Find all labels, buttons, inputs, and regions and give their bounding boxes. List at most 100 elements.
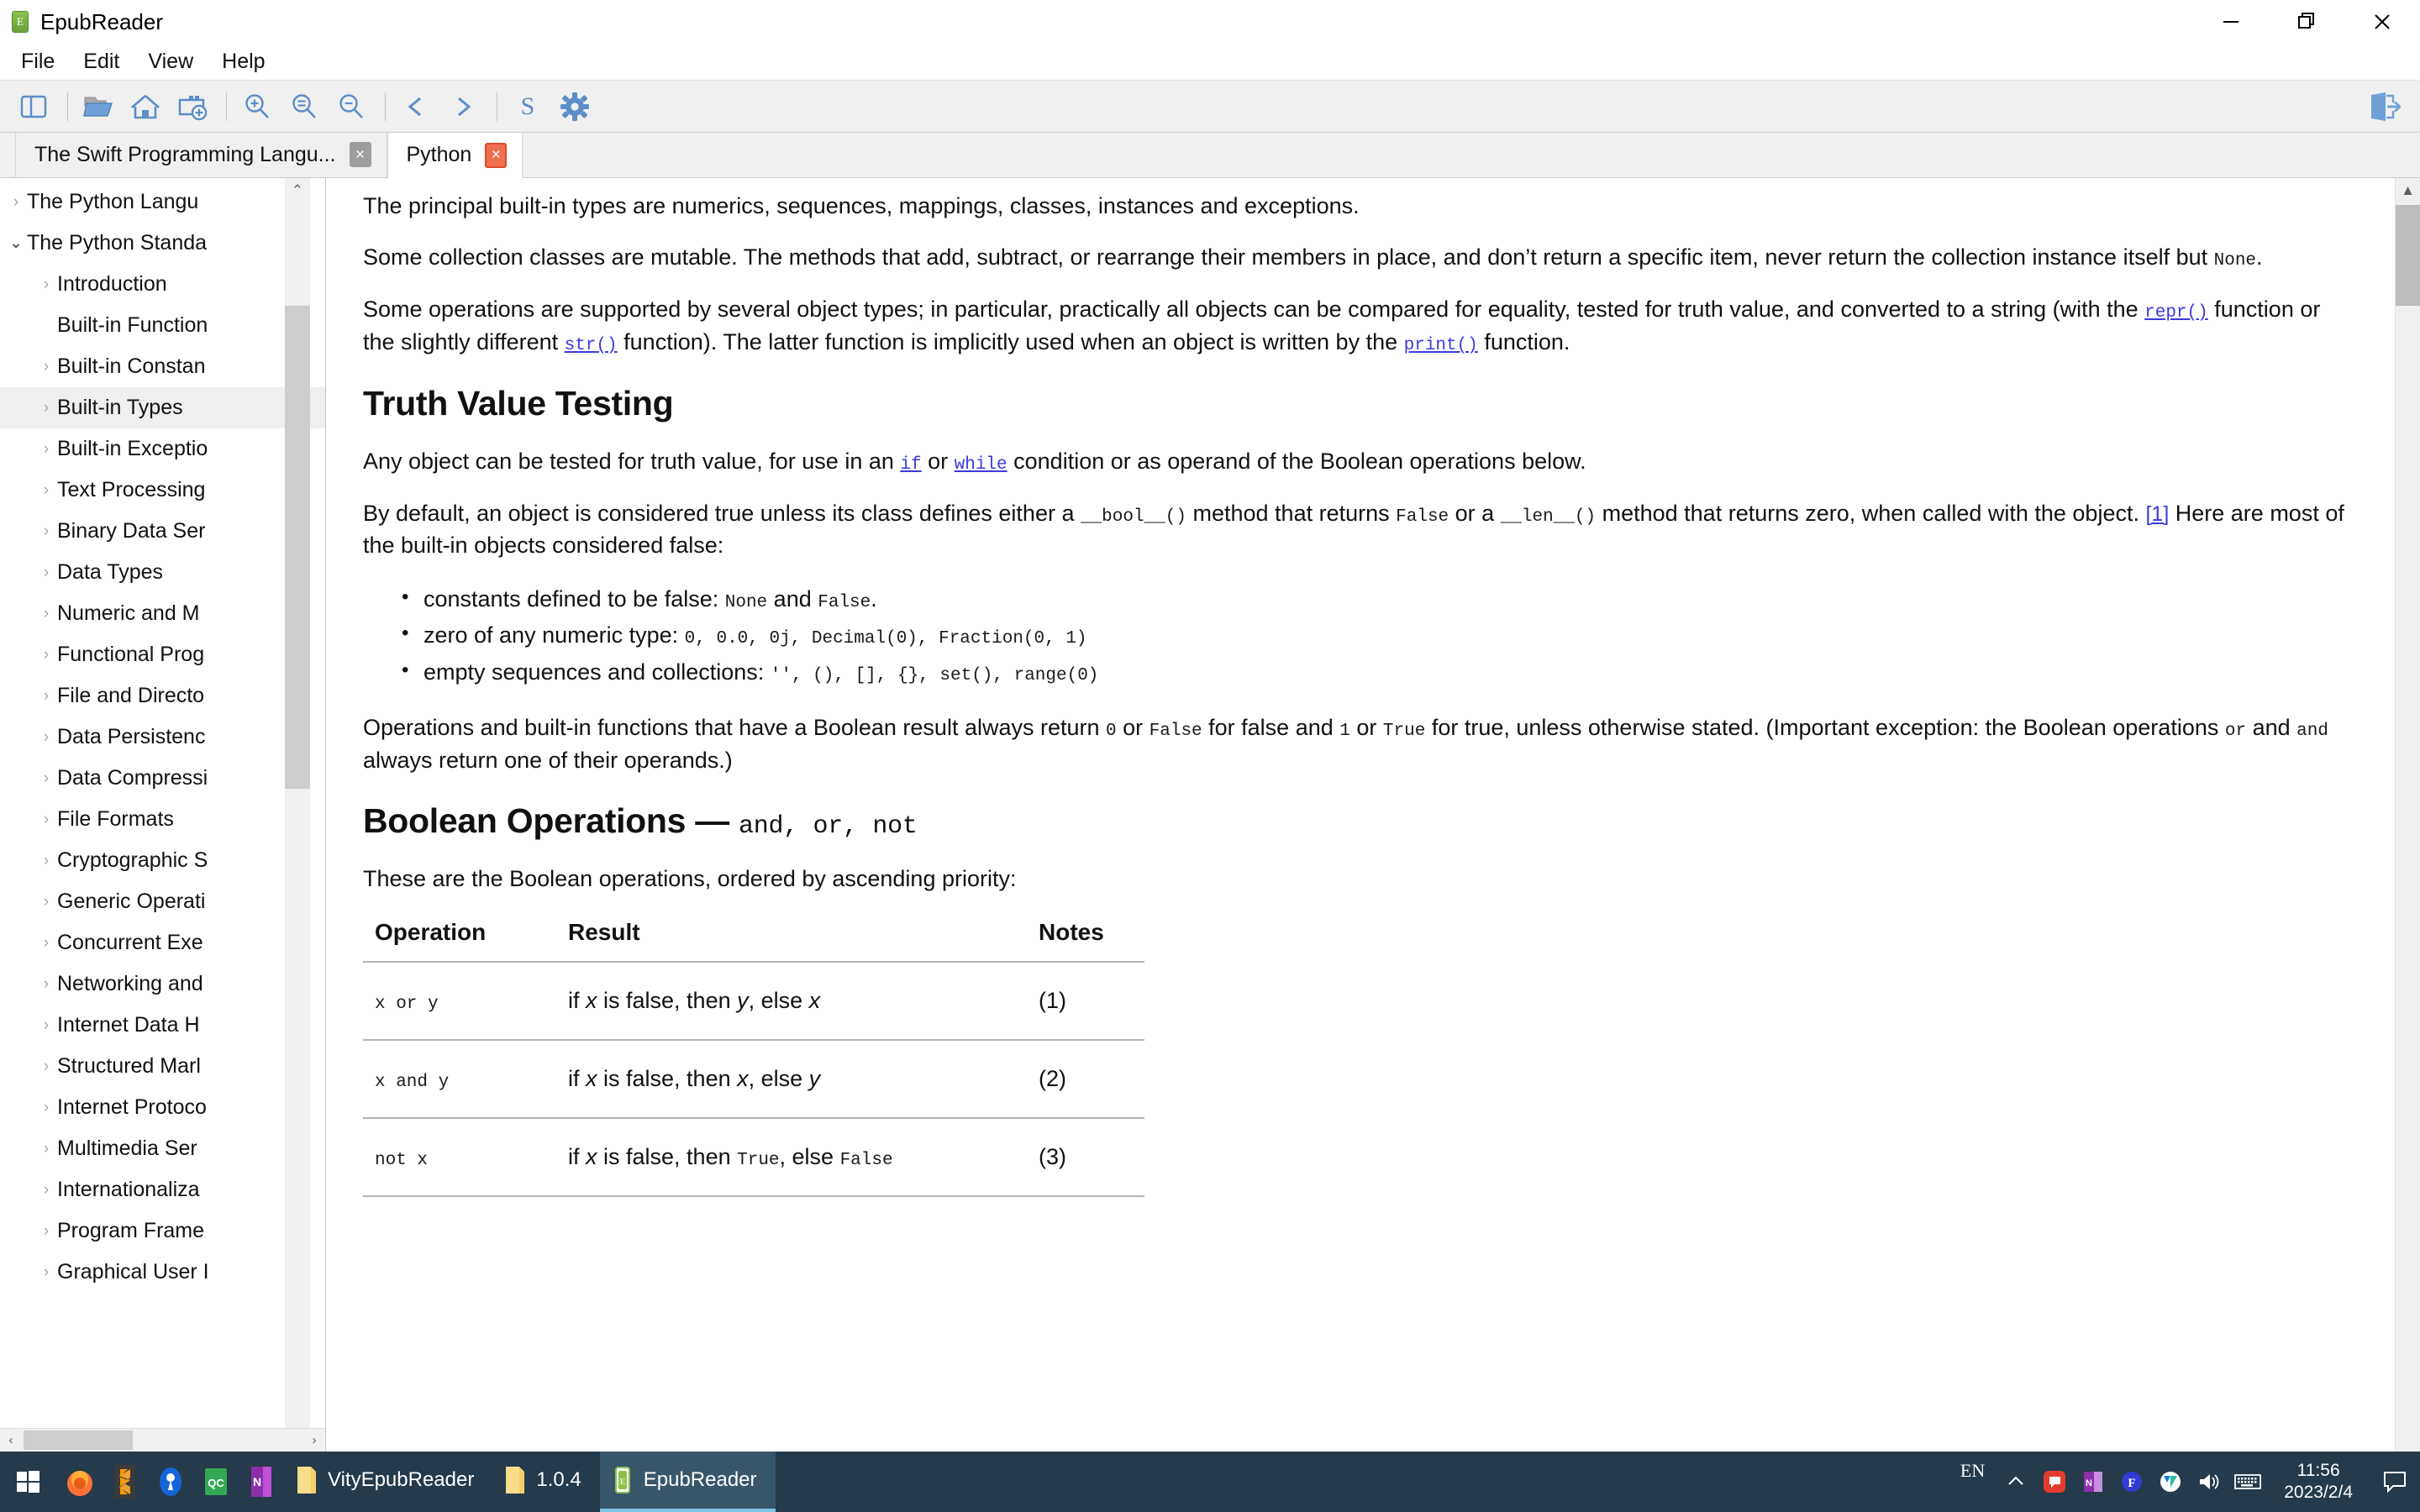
scroll-right-icon[interactable]: › [303,1433,325,1447]
link-print[interactable]: print() [1404,336,1478,355]
prev-icon[interactable] [394,85,438,129]
sidebar-item-25[interactable]: › Program Frame [0,1210,325,1252]
taskbar-item-vityepubreader[interactable]: VityEpubReader [284,1452,492,1512]
sidebar-item-15[interactable]: › File Formats [0,799,325,840]
sidebar-item-4[interactable]: › Built-in Constan [0,346,325,387]
document-view[interactable]: The principal built-in types are numeric… [326,178,2395,1452]
content-scroll-thumb[interactable] [2396,205,2420,306]
onenote-icon[interactable]: N [239,1452,284,1512]
maximize-icon[interactable] [2269,0,2344,44]
f-app-icon[interactable]: F [2112,1452,2151,1512]
qq-icon[interactable] [2035,1452,2074,1512]
v-app-icon[interactable] [2151,1452,2190,1512]
settings-gear-icon[interactable] [553,85,597,129]
taskbar-item-version[interactable]: 1.0.4 [492,1452,599,1512]
notification-icon[interactable] [2370,1452,2420,1512]
chevron-down-icon[interactable]: ⌄ [5,234,27,253]
chevron-right-icon[interactable]: › [35,1222,57,1241]
zoom-out-icon[interactable] [329,85,373,129]
menu-file[interactable]: File [7,48,69,76]
show-hidden-icons-icon[interactable] [1996,1452,2035,1512]
sidebar-item-1[interactable]: ⌄ The Python Standa [0,223,325,264]
chevron-right-icon[interactable]: › [35,605,57,623]
sidebar-item-20[interactable]: › Internet Data H [0,1005,325,1046]
next-icon[interactable] [441,85,485,129]
sidebar-hscroll-thumb[interactable] [24,1431,133,1450]
chevron-right-icon[interactable]: › [35,1016,57,1035]
chevron-right-icon[interactable]: › [35,276,57,294]
sublime-text-icon[interactable] [103,1452,148,1512]
menu-help[interactable]: Help [208,48,279,76]
chevron-right-icon[interactable]: › [35,811,57,829]
chevron-right-icon[interactable]: › [35,1099,57,1117]
scroll-up-icon[interactable]: ⌃ [285,178,310,203]
sidebar-item-16[interactable]: › Cryptographic S [0,840,325,881]
footnote-link-1[interactable]: [1] [2145,502,2169,526]
sidebar-item-26[interactable]: › Graphical User I [0,1252,325,1293]
location-app-icon[interactable] [148,1452,193,1512]
home-icon[interactable] [124,85,167,129]
sidebar-item-19[interactable]: › Networking and [0,963,325,1005]
chevron-right-icon[interactable]: › [35,852,57,870]
sidebar-item-3[interactable]: ›Built-in Function [0,305,325,346]
sidebar-item-13[interactable]: › Data Persistenc [0,717,325,758]
sidebar-item-18[interactable]: › Concurrent Exe [0,922,325,963]
taskbar-item-epubreader[interactable]: E EpubReader [599,1452,776,1512]
keyboard-icon[interactable] [2228,1452,2267,1512]
sidebar-scroll-thumb[interactable] [285,306,310,789]
tab-close-icon[interactable]: × [485,142,508,168]
sidebar-vertical-scrollbar[interactable]: ⌃ ⌄ [285,178,310,1452]
chevron-right-icon[interactable]: › [35,1263,57,1282]
link-if[interactable]: if [900,455,921,475]
sidebar-item-23[interactable]: › Multimedia Ser [0,1128,325,1169]
sidebar-item-10[interactable]: › Numeric and M [0,593,325,634]
exit-icon[interactable] [2365,87,2405,127]
menu-edit[interactable]: Edit [69,48,134,76]
onenote-tray-icon[interactable]: N [2074,1452,2112,1512]
sidebar-item-5[interactable]: › Built-in Types [0,387,325,428]
chevron-right-icon[interactable]: › [35,481,57,500]
link-str[interactable]: str() [565,336,618,355]
open-folder-icon[interactable] [76,85,120,129]
tab-close-icon[interactable]: × [349,142,371,167]
firefox-icon[interactable] [57,1452,103,1512]
link-while[interactable]: while [955,455,1007,475]
toggle-sidebar-icon[interactable] [12,85,55,129]
chevron-right-icon[interactable]: › [35,687,57,706]
windows-start-icon[interactable] [0,1452,57,1512]
taskbar-clock[interactable]: 11:56 2023/2/4 [2267,1460,2370,1504]
chevron-right-icon[interactable]: › [35,769,57,788]
menu-view[interactable]: View [134,48,208,76]
chevron-right-icon[interactable]: › [35,893,57,911]
chevron-right-icon[interactable]: › [35,440,57,459]
content-vertical-scrollbar[interactable]: ▲ [2395,178,2420,1452]
sidebar-item-11[interactable]: › Functional Prog [0,634,325,675]
qc-app-icon[interactable]: QC [193,1452,239,1512]
sidebar-horizontal-scrollbar[interactable]: ‹ › [0,1428,325,1452]
language-indicator[interactable]: EN [1949,1460,1996,1482]
chevron-right-icon[interactable]: › [35,728,57,747]
sidebar-item-9[interactable]: › Data Types [0,552,325,593]
link-repr[interactable]: repr() [2144,303,2208,323]
sidebar-item-6[interactable]: › Built-in Exceptio [0,428,325,470]
sidebar-item-22[interactable]: › Internet Protoco [0,1087,325,1128]
chevron-right-icon[interactable]: › [35,399,57,417]
chevron-right-icon[interactable]: › [5,193,27,212]
sidebar-item-17[interactable]: › Generic Operati [0,881,325,922]
chevron-right-icon[interactable]: › [35,564,57,582]
sidebar-item-2[interactable]: › Introduction [0,264,325,305]
chevron-right-icon[interactable]: › [35,975,57,994]
sidebar-item-8[interactable]: › Binary Data Ser [0,511,325,552]
chevron-right-icon[interactable]: › [35,1140,57,1158]
sidebar-item-21[interactable]: › Structured Marl [0,1046,325,1087]
chevron-right-icon[interactable]: › [35,1181,57,1200]
sidebar-item-24[interactable]: › Internationaliza [0,1169,325,1210]
toc-tree[interactable]: › The Python Langu ⌄ The Python Standa › Intr… [0,178,325,1428]
chevron-right-icon[interactable]: › [35,522,57,541]
add-bookmark-icon[interactable] [171,85,214,129]
tab-python[interactable]: Python × [387,133,523,178]
sidebar-item-0[interactable]: › The Python Langu [0,181,325,223]
chevron-right-icon[interactable]: › [35,1058,57,1076]
chevron-right-icon[interactable]: › [35,646,57,664]
style-icon[interactable]: S [506,85,550,129]
